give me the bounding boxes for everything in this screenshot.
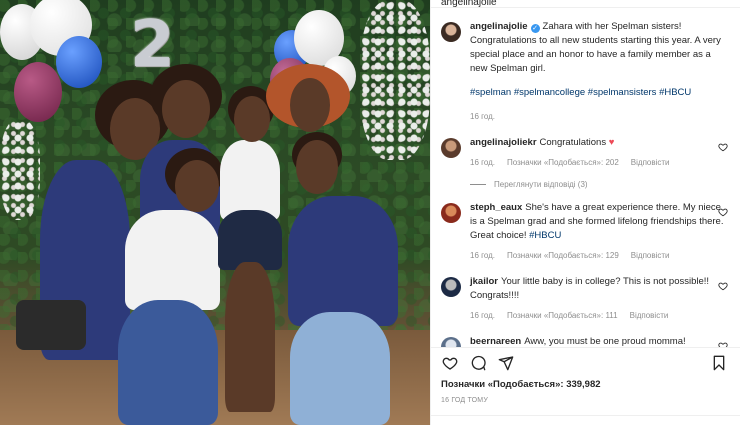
comment-like-heart-icon[interactable] — [718, 142, 728, 152]
post-side-panel: angelinajolie angelinajolie ✓ Zahara with … — [430, 0, 740, 425]
photo-person — [125, 210, 220, 310]
replies-divider — [470, 184, 486, 185]
comment-likes[interactable]: Позначки «Подобається»: 202 — [507, 156, 619, 170]
verified-badge-icon: ✓ — [530, 24, 540, 33]
hashtag-link[interactable]: #spelmancollege — [514, 87, 585, 98]
comment-text: Your little baby is in college? This is … — [470, 276, 710, 301]
comment-meta: 16 год. Позначки «Подобається»: 202 Відп… — [470, 156, 728, 170]
post-header-username[interactable]: angelinajolie — [441, 0, 497, 7]
hashtag-link[interactable]: #spelmansisters — [588, 87, 657, 98]
comment-item: steph_eaux She's have a great experience … — [441, 201, 728, 263]
comment-text-block: steph_eaux She's have a great experience … — [470, 201, 728, 263]
post-caption: angelinajolie ✓ Zahara with her Spelman si… — [441, 20, 728, 124]
avatar[interactable] — [441, 203, 461, 223]
comment-timestamp: 16 год. — [470, 158, 496, 167]
comment-text-block: beernareen Aww, you must be one proud mom… — [470, 335, 728, 347]
photo-person-jeans — [290, 312, 390, 425]
action-icons-bar — [441, 352, 728, 374]
comment-item: beernareen Aww, you must be one proud mom… — [441, 335, 728, 347]
comment-like-heart-icon[interactable] — [718, 207, 728, 217]
photo-person-head — [234, 96, 270, 142]
bookmark-icon[interactable] — [710, 354, 728, 372]
comment-text: Congratulations — [539, 137, 607, 148]
likes-count[interactable]: Позначки «Подобається»: 339,982 — [441, 379, 728, 390]
comment-meta: 16 год. Позначки «Подобається»: 129 Відп… — [470, 249, 728, 263]
view-replies-label: Переглянути відповіді (3) — [494, 180, 588, 189]
caption-username[interactable]: angelinajolie — [470, 21, 528, 32]
photo-balloon — [56, 36, 102, 88]
view-replies-button[interactable]: Переглянути відповіді (3) — [470, 180, 728, 189]
comment-reply-button[interactable]: Відповісти — [631, 156, 670, 170]
comment-username[interactable]: steph_eaux — [470, 202, 522, 213]
photo-person-legs — [225, 262, 275, 412]
comment-item: jkailor Your little baby is in college? T… — [441, 275, 728, 323]
photo-person-head — [162, 80, 210, 138]
photo-person-head — [175, 160, 219, 212]
photo-person — [220, 140, 280, 220]
caption-hashtags: #spelman #spelmancollege #spelmansisters… — [470, 86, 728, 100]
comment-item: angelinajoliekr Congratulations ♥ 16 год.… — [441, 136, 728, 189]
comment-text-block: angelinajoliekr Congratulations ♥ 16 год.… — [470, 136, 728, 170]
comment-meta: 16 год. Позначки «Подобається»: 111 Відп… — [470, 309, 728, 323]
photo-handbag — [16, 300, 86, 350]
comment-icon[interactable] — [469, 354, 487, 372]
caption-text-block: angelinajolie ✓ Zahara with her Spelman si… — [470, 20, 728, 124]
photo-person — [288, 196, 398, 326]
comment-reply-button[interactable]: Відповісти — [631, 249, 670, 263]
caption-timestamp: 16 год. — [470, 112, 496, 121]
comment-username[interactable]: angelinajoliekr — [470, 137, 537, 148]
hashtag-link[interactable]: #HBCU — [529, 230, 561, 241]
comment-timestamp: 16 год. — [470, 311, 496, 320]
comment-likes[interactable]: Позначки «Подобається»: 129 — [507, 249, 619, 263]
photo-person-head — [296, 140, 338, 194]
hashtag-link[interactable]: #HBCU — [659, 87, 691, 98]
comment-like-heart-icon[interactable] — [718, 281, 728, 291]
avatar[interactable] — [441, 337, 461, 347]
avatar[interactable] — [441, 22, 461, 42]
add-comment-area[interactable] — [431, 415, 740, 425]
photo-person-head — [290, 78, 330, 132]
red-heart-emoji: ♥ — [608, 137, 615, 148]
avatar[interactable] — [441, 138, 461, 158]
post-actions: Позначки «Подобається»: 339,982 16 ГОД Т… — [431, 347, 740, 425]
comment-likes[interactable]: Позначки «Подобається»: 111 — [507, 309, 618, 323]
comments-scroll-area[interactable]: angelinajolie ✓ Zahara with her Spelman si… — [431, 20, 740, 347]
comment-timestamp: 16 год. — [470, 251, 496, 260]
comment-text-block: jkailor Your little baby is in college? T… — [470, 275, 728, 323]
hashtag-link[interactable]: #spelman — [470, 87, 511, 98]
post-timestamp[interactable]: 16 ГОД ТОМУ — [441, 397, 728, 404]
comment-username[interactable]: beernareen — [470, 336, 521, 347]
post-header: angelinajolie — [431, 0, 740, 8]
comment-reply-button[interactable]: Відповісти — [630, 309, 669, 323]
comment-username[interactable]: jkailor — [470, 276, 498, 287]
share-icon[interactable] — [497, 354, 515, 372]
photo-person-shorts — [218, 210, 282, 270]
post-photo[interactable]: 2 — [0, 0, 430, 425]
photo-balloon — [14, 62, 62, 122]
photo-blossom-right — [360, 0, 430, 160]
instagram-post-view: 2 angelinajolie angelinajolie ✓ Zahara w… — [0, 0, 740, 425]
photo-person-jeans — [118, 300, 218, 425]
avatar[interactable] — [441, 277, 461, 297]
heart-icon[interactable] — [441, 354, 459, 372]
photo-blossom-left — [0, 120, 40, 220]
